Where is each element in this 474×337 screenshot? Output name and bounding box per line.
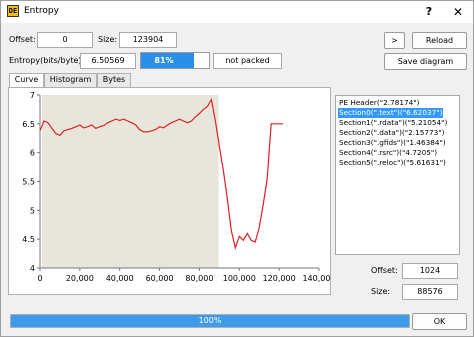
window-title: Entropy: [24, 6, 59, 16]
y-tick-label: 5.5: [22, 178, 35, 187]
list-item[interactable]: PE Header("2.78174"): [338, 98, 420, 108]
curve-panel: 0 20,000 40,000 60,000 80,000 100,000 120,000 1…: [8, 87, 336, 295]
sections-list[interactable]: PE Header("2.78174") Section0(".text")("…: [335, 95, 460, 255]
entropy-label: Entropy(bits/byte):: [9, 56, 85, 65]
progress-text: 100%: [198, 316, 222, 325]
tab-histogram[interactable]: Histogram: [44, 73, 97, 87]
y-tick-label: 4.5: [22, 235, 35, 244]
x-tick-label: 60,000: [146, 274, 174, 283]
entropy-gauge: 81%: [140, 52, 210, 69]
packed-status: not packed: [213, 53, 282, 69]
list-item[interactable]: Section3(".gfids")("1.46384"): [338, 138, 447, 148]
x-tick-label: 140,000: [302, 274, 330, 283]
size-label: Size:: [98, 35, 118, 44]
tab-curve[interactable]: Curve: [9, 73, 44, 88]
close-button[interactable]: ✕: [444, 3, 472, 21]
app-logo-icon: DE: [7, 5, 19, 17]
selection-offset-field[interactable]: 1024: [402, 263, 458, 279]
ok-button[interactable]: OK: [412, 313, 467, 330]
title-bar[interactable]: DE Entropy ? ✕: [1, 1, 473, 23]
x-tick-label: 0: [37, 274, 42, 283]
selection-size-field[interactable]: 88576: [402, 284, 458, 300]
list-item[interactable]: Section2(".data")("2.15773"): [338, 128, 446, 138]
help-button[interactable]: ?: [415, 3, 443, 21]
size-field[interactable]: 123904: [119, 32, 177, 48]
tab-bytes[interactable]: Bytes: [97, 73, 131, 87]
selection-size-label: Size:: [371, 287, 391, 296]
y-tick-label: 5: [30, 206, 35, 215]
offset-field[interactable]: 0: [37, 32, 93, 48]
list-item[interactable]: Section1(".rdata")("5.21054"): [338, 118, 448, 128]
y-tick-label: 4: [30, 264, 35, 273]
selection-offset-label: Offset:: [371, 266, 398, 275]
y-tick-label: 6.5: [22, 120, 35, 129]
x-tick-label: 40,000: [106, 274, 134, 283]
reload-button[interactable]: Reload: [412, 32, 467, 49]
x-tick-label: 20,000: [66, 274, 94, 283]
list-item[interactable]: Section0(".text")("6.62037"): [338, 108, 444, 118]
x-tick-label: 120,000: [263, 274, 296, 283]
y-tick-label: 6: [30, 149, 35, 158]
save-diagram-button[interactable]: Save diagram: [384, 53, 467, 70]
progress-bar: 100%: [10, 314, 410, 328]
entropy-percent: 81%: [154, 56, 174, 65]
entropy-value-field[interactable]: 6.50569: [80, 53, 136, 69]
entropy-chart: 0 20,000 40,000 60,000 80,000 100,000 120,000 1…: [22, 91, 335, 283]
list-item[interactable]: Section5(".reloc")("5.61631"): [338, 158, 447, 168]
entropy-window: DE Entropy ? ✕ Offset: 0 Size: 123904 > …: [0, 0, 474, 337]
list-item[interactable]: Section4(".rsrc")("4.7205"): [338, 148, 438, 158]
x-tick-label: 100,000: [223, 274, 256, 283]
x-tick-label: 80,000: [185, 274, 213, 283]
y-tick-label: 7: [30, 91, 35, 100]
toggle-button[interactable]: >: [384, 32, 405, 49]
offset-label: Offset:: [9, 35, 36, 44]
